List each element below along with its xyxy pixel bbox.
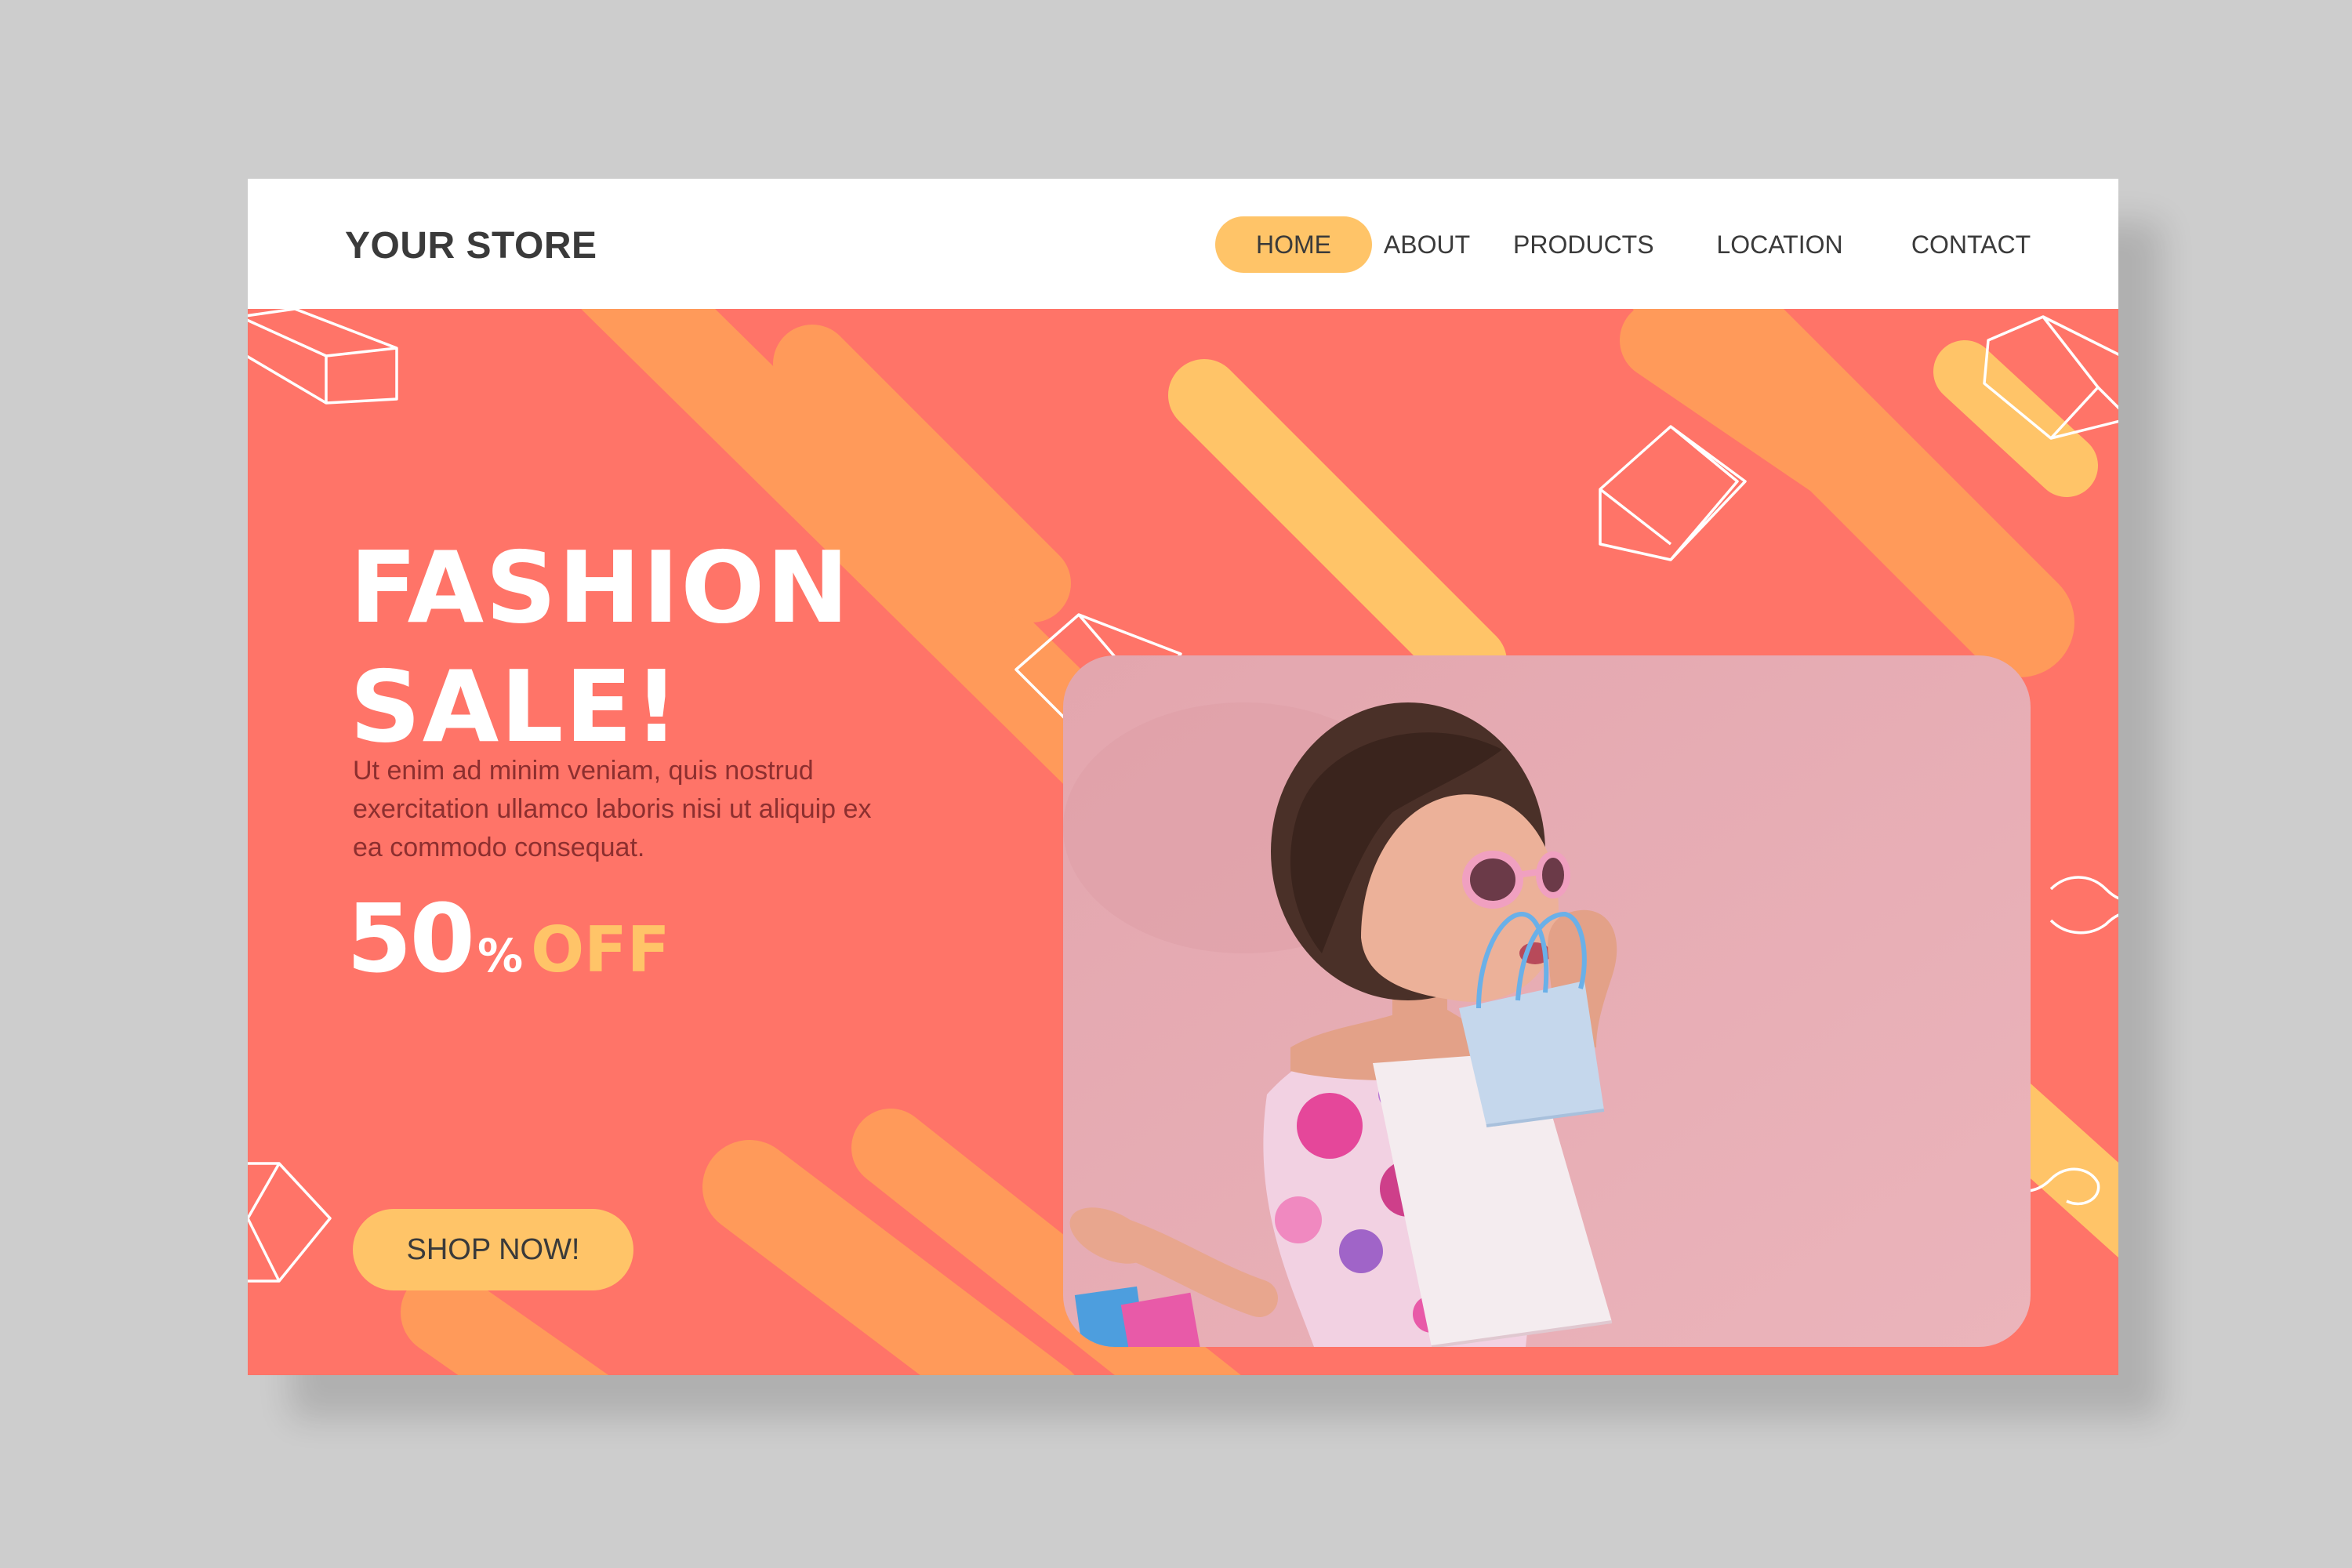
landing-page: YOUR STORE HOME ABOUT PRODUCTS LOCATION … — [248, 179, 2118, 1375]
hero-photo — [1063, 655, 2031, 1347]
cube-outline-icon — [248, 309, 398, 405]
rounded-stripe-shape — [401, 1269, 609, 1375]
rounded-stripe-shape — [1933, 340, 2098, 497]
navbar: YOUR STORE HOME ABOUT PRODUCTS LOCATION … — [248, 179, 2118, 309]
hero-description: Ut enim ad minim veniam, quis nostrud ex… — [353, 756, 872, 862]
nav-about[interactable]: ABOUT — [1381, 216, 1472, 273]
wavy-line-icon — [2049, 876, 2118, 935]
nav-location[interactable]: LOCATION — [1712, 216, 1847, 273]
nav-home[interactable]: HOME — [1215, 216, 1372, 273]
discount-text: 50% OFF — [347, 885, 670, 994]
shop-now-button[interactable]: SHOP NOW! — [353, 1209, 633, 1290]
discount-suffix: OFF — [531, 913, 670, 986]
hero-headline: FASHION SALE! — [350, 530, 851, 764]
cube-outline-icon — [248, 1162, 332, 1283]
discount-value: 50 — [347, 885, 475, 994]
discount-unit: % — [477, 929, 524, 982]
rounded-stripe-shape — [1168, 359, 1507, 698]
cube-outline-icon — [1599, 425, 1747, 561]
nav-contact[interactable]: CONTACT — [1908, 216, 2034, 273]
brand-logo[interactable]: YOUR STORE — [345, 224, 597, 267]
model-with-shopping-bags-image — [1063, 655, 2031, 1347]
nav-products[interactable]: PRODUCTS — [1513, 216, 1654, 273]
hero-banner: FASHION SALE! Ut enim ad minim veniam, q… — [248, 309, 2118, 1375]
